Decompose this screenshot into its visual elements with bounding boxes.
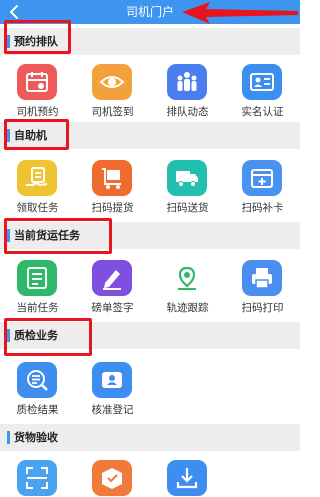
menu-item-inspection-result[interactable]: 质检结果 bbox=[0, 354, 75, 422]
truck-icon bbox=[167, 160, 207, 196]
menu-item-label: 扫码送货 bbox=[166, 202, 209, 214]
menu-grid-current-freight: 当前任务 磅单签字 轨迹跟踪 扫码打印 bbox=[0, 252, 300, 320]
menu-item-driver-checkin[interactable]: 司机签到 bbox=[75, 56, 150, 124]
section-header-kiosk: 自助机 bbox=[0, 122, 300, 149]
menu-item-download[interactable] bbox=[150, 452, 225, 497]
section-title: 当前货运任务 bbox=[14, 229, 80, 242]
menu-item-weigh-slip-sign[interactable]: 磅单签字 bbox=[75, 252, 150, 320]
menu-item-scan-reissue-card[interactable]: 扫码补卡 bbox=[225, 152, 300, 220]
menu-item-label: 扫码补卡 bbox=[241, 202, 284, 214]
section-header-quality-inspection: 质检业务 bbox=[0, 322, 300, 349]
menu-item-approval-registration[interactable]: 核准登记 bbox=[75, 354, 150, 422]
menu-item-current-task[interactable]: 当前任务 bbox=[0, 252, 75, 320]
menu-item-real-name-auth[interactable]: 实名认证 bbox=[225, 56, 300, 124]
menu-item-driver-booking[interactable]: 司机预约 bbox=[0, 56, 75, 124]
scan-icon bbox=[17, 460, 57, 496]
menu-grid-booking: 司机预约 司机签到 排队动态 实名认证 bbox=[0, 56, 300, 124]
menu-item-queue-status[interactable]: 排队动态 bbox=[150, 56, 225, 124]
menu-item-track-trace[interactable]: 轨迹跟踪 bbox=[150, 252, 225, 320]
menu-item-scan-delivery[interactable]: 扫码送货 bbox=[150, 152, 225, 220]
box-check-icon bbox=[92, 460, 132, 496]
menu-grid-goods-acceptance bbox=[0, 452, 300, 497]
menu-item-claim-task[interactable]: 领取任务 bbox=[0, 152, 75, 220]
calendar-icon bbox=[17, 64, 57, 100]
location-icon bbox=[167, 260, 207, 296]
menu-item-label: 磅单签字 bbox=[91, 302, 134, 314]
section-title: 自助机 bbox=[14, 129, 47, 142]
section-accent bbox=[7, 229, 10, 242]
menu-item-scan-acceptance[interactable] bbox=[0, 452, 75, 497]
menu-item-box-check[interactable] bbox=[75, 452, 150, 497]
menu-item-label: 核准登记 bbox=[91, 404, 134, 416]
search-list-icon bbox=[17, 362, 57, 398]
menu-item-label: 扫码打印 bbox=[241, 302, 284, 314]
menu-item-scan-print[interactable]: 扫码打印 bbox=[225, 252, 300, 320]
pen-icon bbox=[92, 260, 132, 296]
menu-item-label: 司机签到 bbox=[91, 106, 134, 118]
menu-item-label: 实名认证 bbox=[241, 106, 284, 118]
section-accent bbox=[7, 329, 10, 342]
annotation-arrow bbox=[182, 2, 298, 24]
menu-item-label: 轨迹跟踪 bbox=[166, 302, 209, 314]
download-icon bbox=[167, 460, 207, 496]
section-title: 质检业务 bbox=[14, 329, 58, 342]
section-title: 预约排队 bbox=[14, 35, 58, 48]
printer-icon bbox=[242, 260, 282, 296]
cart-icon bbox=[92, 160, 132, 196]
calendar-plus-icon bbox=[242, 160, 282, 196]
menu-item-label: 质检结果 bbox=[16, 404, 59, 416]
section-title: 货物验收 bbox=[14, 431, 58, 444]
menu-grid-quality-inspection: 质检结果 核准登记 bbox=[0, 354, 300, 422]
section-accent bbox=[7, 35, 10, 48]
person-card-icon bbox=[92, 362, 132, 398]
section-accent bbox=[7, 431, 10, 444]
menu-item-label: 排队动态 bbox=[166, 106, 209, 118]
people-icon bbox=[167, 64, 207, 100]
section-header-booking: 预约排队 bbox=[0, 28, 300, 55]
menu-item-label: 当前任务 bbox=[16, 302, 59, 314]
menu-item-label: 扫码提货 bbox=[91, 202, 134, 214]
menu-item-label: 领取任务 bbox=[16, 202, 59, 214]
task-hand-icon bbox=[17, 160, 57, 196]
id-card-icon bbox=[242, 64, 282, 100]
section-header-goods-acceptance: 货物验收 bbox=[0, 424, 300, 451]
menu-grid-kiosk: 领取任务 扫码提货 扫码送货 扫码补卡 bbox=[0, 152, 300, 220]
eye-icon bbox=[92, 64, 132, 100]
form-icon bbox=[17, 260, 57, 296]
section-accent bbox=[7, 129, 10, 142]
menu-item-scan-pickup[interactable]: 扫码提货 bbox=[75, 152, 150, 220]
section-header-current-freight: 当前货运任务 bbox=[0, 222, 300, 249]
menu-item-label: 司机预约 bbox=[16, 106, 59, 118]
